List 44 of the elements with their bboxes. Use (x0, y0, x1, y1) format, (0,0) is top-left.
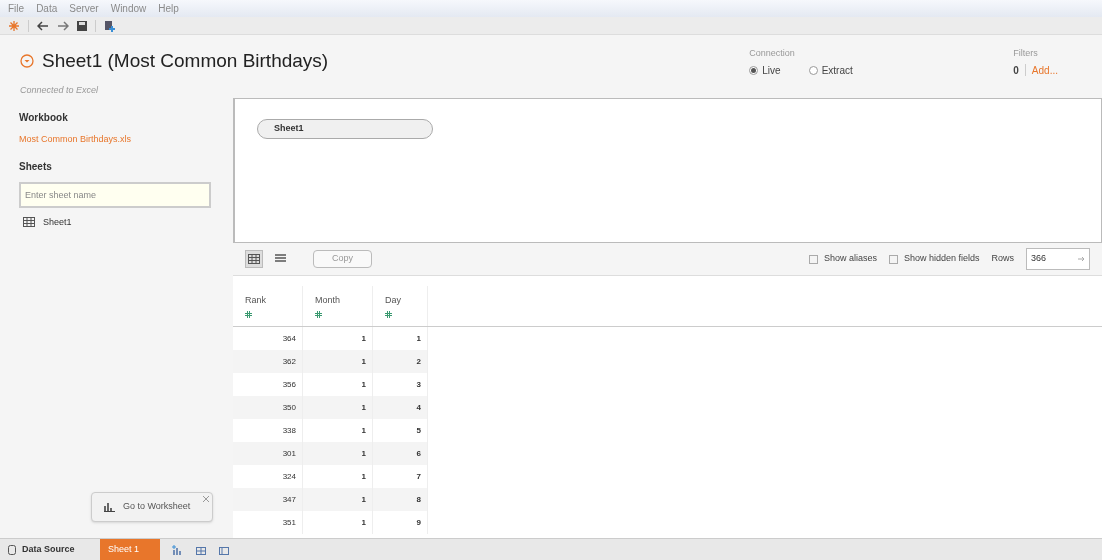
connection-subtitle: Connected to Excel (20, 83, 100, 97)
number-type-icon (315, 311, 322, 319)
workbook-heading: Workbook (19, 111, 69, 125)
filters-label: Filters (1013, 47, 1039, 60)
filters-count: 0 (1013, 63, 1019, 78)
table-icon (23, 217, 35, 228)
grid-view-icon (248, 254, 260, 264)
sheet-tab[interactable]: Data Source (0, 539, 100, 560)
add-data-icon[interactable] (104, 19, 115, 32)
radio-button[interactable] (808, 65, 818, 75)
sheets-heading: Sheets (19, 159, 53, 174)
table-pill[interactable]: Sheet1 (257, 119, 433, 139)
datasource-title[interactable]: Sheet1 (Most Common Birthdays) (42, 47, 329, 76)
arrow-icon (1078, 256, 1085, 262)
table-cell: 9 (373, 511, 428, 534)
new-dashboard-icon[interactable] (195, 544, 206, 555)
checkbox-label: Show hidden fields (903, 252, 980, 266)
checkbox-label: Show aliases (823, 252, 877, 266)
number-type-icon (245, 311, 252, 319)
radio-label: Live (762, 63, 781, 78)
sheet-search-field[interactable]: Enter sheet name (19, 181, 211, 208)
table-cell: 1 (303, 511, 373, 534)
new-worksheet-icon[interactable] (172, 544, 183, 555)
forward-arrow-icon[interactable] (57, 20, 69, 31)
list-view-icon (274, 254, 286, 264)
close-icon[interactable] (203, 496, 209, 502)
rows-input[interactable]: 366 (1026, 248, 1090, 270)
logo-icon[interactable] (8, 19, 20, 32)
view-toggle-button[interactable] (245, 250, 263, 268)
number-type-icon (385, 311, 392, 319)
save-icon[interactable] (77, 20, 87, 31)
checkbox[interactable] (888, 254, 898, 264)
table-cell: 351 (233, 511, 303, 534)
bar-chart-icon (104, 502, 115, 512)
back-arrow-icon[interactable] (37, 20, 49, 31)
new-story-icon[interactable] (218, 544, 229, 555)
rows-label: Rows (991, 252, 1014, 266)
radio-label: Extract (821, 63, 853, 78)
sheet-list-item[interactable]: Sheet1 (23, 215, 214, 229)
dropdown-icon[interactable] (20, 54, 34, 69)
connection-label: Connection (749, 47, 796, 60)
radio-button[interactable] (749, 65, 759, 75)
checkbox[interactable] (808, 254, 818, 264)
go-to-worksheet-tooltip[interactable]: Go to Worksheet (91, 492, 213, 522)
